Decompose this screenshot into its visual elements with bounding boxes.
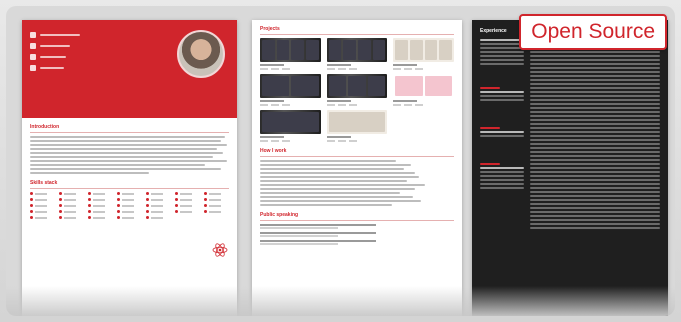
divider [30, 132, 229, 133]
resume-page-3: Experience [472, 20, 668, 316]
divider [260, 156, 454, 157]
bottom-fade [6, 286, 675, 316]
project-card[interactable] [326, 110, 388, 142]
divider [260, 220, 454, 221]
projects-heading: Projects [260, 26, 280, 32]
introduction-text [30, 136, 229, 174]
skills-list [30, 192, 229, 219]
project-card[interactable] [260, 110, 321, 142]
divider [30, 188, 229, 189]
linkedin-icon [30, 54, 36, 60]
project-card[interactable] [393, 74, 454, 106]
public-speaking-heading: Public speaking [260, 212, 299, 218]
profile-header [22, 20, 237, 118]
resume-preview-frame: Introduction Skills stack Projects How I… [6, 6, 675, 316]
experience-list [480, 37, 660, 231]
divider [260, 34, 454, 35]
projects-grid [260, 38, 454, 142]
how-i-work-list [260, 160, 454, 206]
project-card[interactable] [260, 38, 321, 70]
resume-page-2: Projects How I work Public speaking [252, 20, 462, 316]
project-card[interactable] [326, 74, 388, 106]
talk-item [260, 232, 454, 237]
resume-page-1: Introduction Skills stack [22, 20, 237, 316]
phone-icon [30, 43, 36, 49]
how-i-work-heading: How I work [260, 148, 287, 154]
skills-heading: Skills stack [30, 180, 58, 186]
talk-item [260, 240, 454, 245]
talk-item [260, 224, 454, 229]
open-source-badge[interactable]: Open Source [519, 14, 667, 50]
project-card[interactable] [393, 38, 454, 70]
react-logo-icon [212, 243, 228, 257]
introduction-heading: Introduction [30, 124, 60, 130]
github-icon [30, 65, 36, 71]
avatar [177, 30, 225, 78]
email-icon [30, 32, 36, 38]
project-card[interactable] [260, 74, 321, 106]
project-card[interactable] [326, 38, 388, 70]
